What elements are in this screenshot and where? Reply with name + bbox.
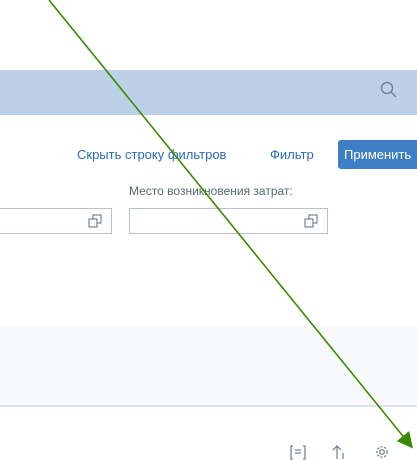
value-help-icon[interactable] xyxy=(88,214,102,228)
value-help-icon[interactable] xyxy=(304,214,318,228)
apply-button[interactable]: Применить xyxy=(338,140,417,169)
hide-filter-bar-link[interactable]: Скрыть строку фильтров xyxy=(77,147,226,162)
shell-header-bar xyxy=(0,70,417,115)
filter-link[interactable]: Фильтр xyxy=(270,147,314,162)
sort-icon[interactable] xyxy=(331,444,347,460)
list-icon[interactable] xyxy=(290,444,306,460)
content-section xyxy=(0,325,417,407)
cost-center-input[interactable] xyxy=(129,208,328,234)
search-icon[interactable] xyxy=(379,80,399,100)
cost-center-label: Место возникновения затрат: xyxy=(129,184,293,198)
gear-icon[interactable] xyxy=(374,444,390,460)
